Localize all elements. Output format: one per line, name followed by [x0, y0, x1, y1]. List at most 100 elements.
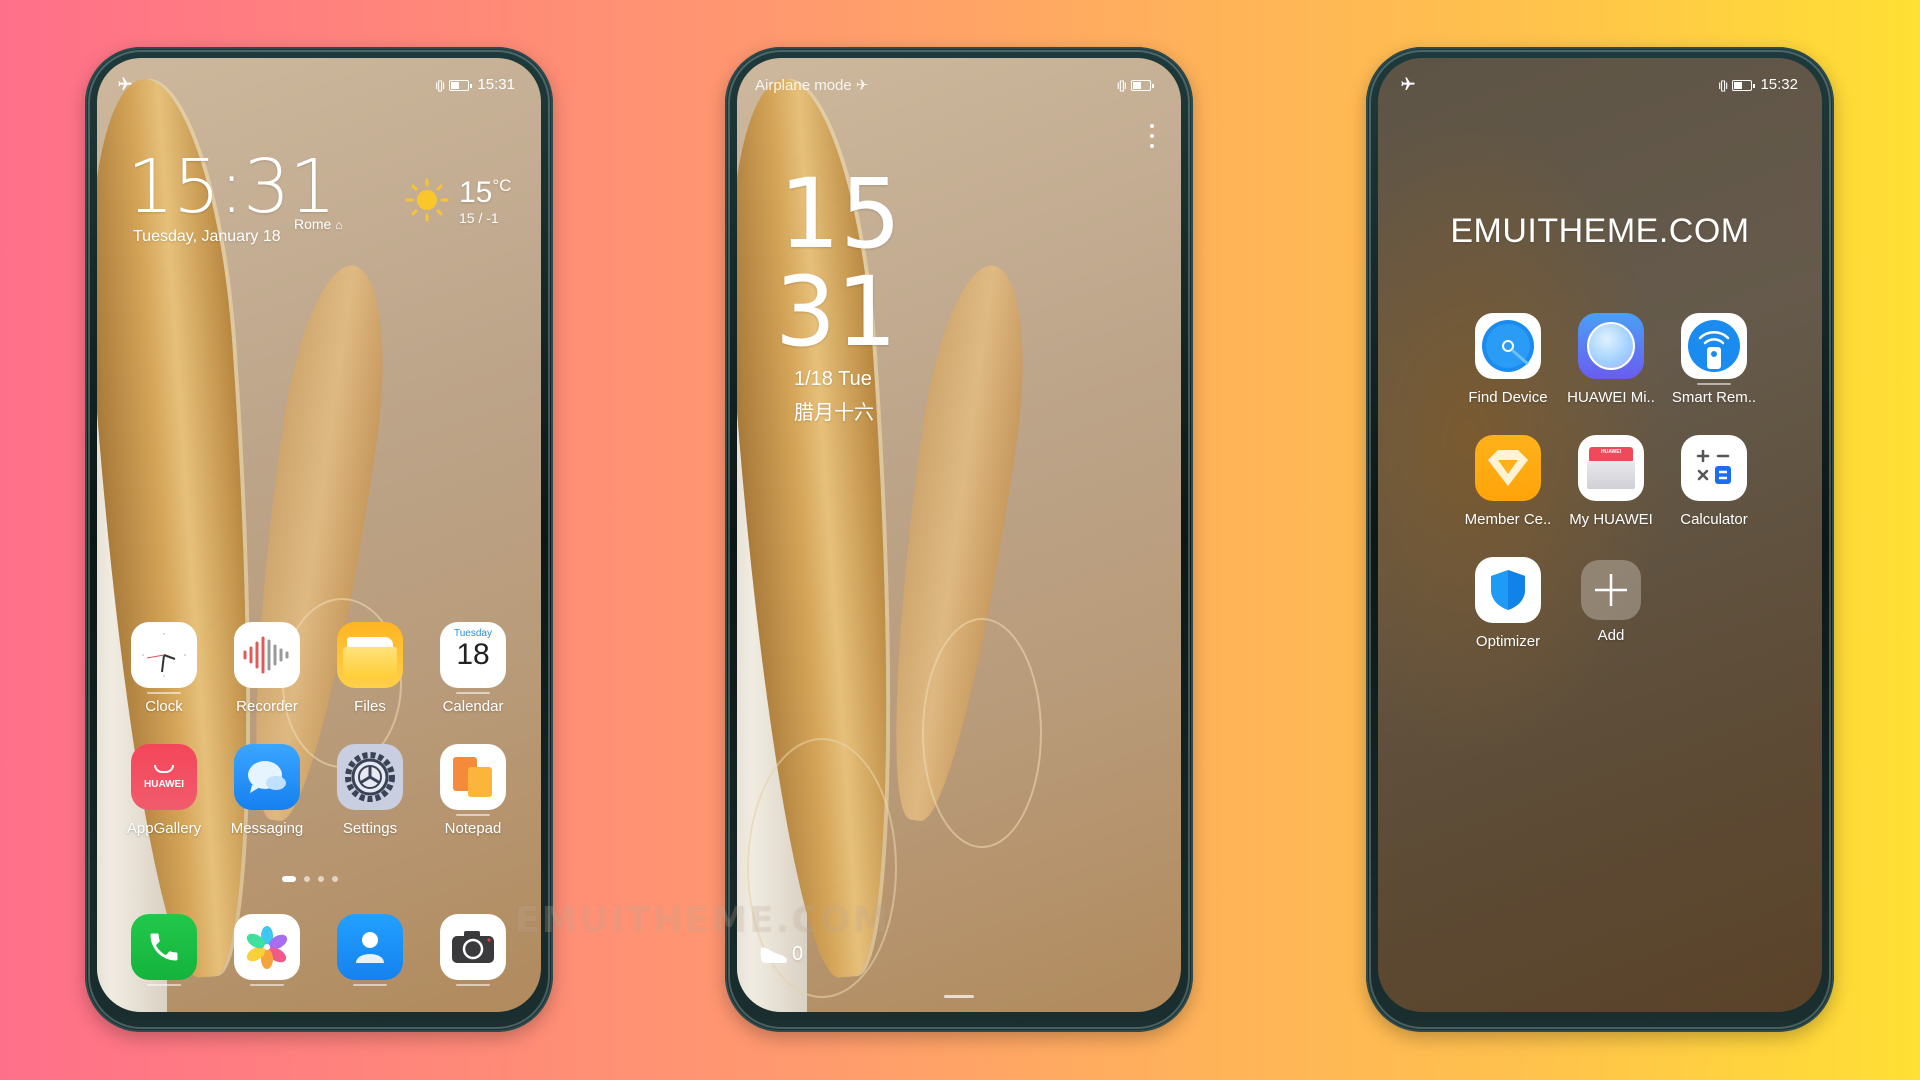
dock-camera[interactable]: [423, 914, 523, 986]
app-member-center[interactable]: Member Ce..: [1458, 435, 1558, 528]
app-label: Notepad: [444, 820, 502, 837]
app-settings[interactable]: Settings: [320, 744, 420, 837]
folder-screen: ı[]ı 15:32 EMUITHEME.COM Find Device HUA…: [1378, 58, 1822, 1012]
lock-lunar-date: 腊月十六: [794, 400, 874, 424]
vibrate-icon: ı[]ı: [434, 78, 445, 93]
lock-date: 1/18 Tue: [794, 368, 872, 390]
box-body: [1587, 461, 1635, 489]
app-label: Clock: [145, 698, 183, 715]
page-dot-active[interactable]: [282, 876, 296, 882]
shoe-icon: [760, 947, 788, 963]
home-indicator[interactable]: [944, 995, 974, 998]
status-bar-right: ı[]ı: [1117, 76, 1155, 92]
wallpaper-shape: [922, 618, 1042, 848]
app-label: Calculator: [1680, 511, 1748, 528]
app-appgallery[interactable]: HUAWEI AppGallery: [114, 744, 214, 837]
settings-icon: [337, 744, 403, 810]
smart-remote-icon: [1681, 313, 1747, 379]
my-huawei-icon: HUAWEI: [1578, 435, 1644, 501]
weather-temp: 15°C: [459, 176, 511, 210]
app-huawei-mirror[interactable]: HUAWEI Mi..: [1561, 313, 1661, 406]
brand-text: HUAWEI: [144, 778, 184, 790]
divider: [250, 984, 284, 986]
sun-icon[interactable]: [405, 178, 449, 222]
divider: [456, 984, 490, 986]
airplane-mode-status: Airplane mode ✈: [755, 76, 868, 94]
divider: [456, 692, 490, 694]
more-vertical-icon[interactable]: [1150, 124, 1154, 148]
find-device-icon: [1475, 313, 1541, 379]
weather-range: 15 / -1: [459, 210, 499, 226]
appgallery-icon: HUAWEI: [131, 744, 197, 810]
home-screen: ı[]ı 15:31 15:31 Rome ⌂ Tuesday, January…: [97, 58, 541, 1012]
app-notepad[interactable]: Notepad: [423, 744, 523, 837]
app-calendar[interactable]: Tuesday 18 Calendar: [423, 622, 523, 715]
status-time: 15:31: [477, 76, 515, 93]
files-icon: [337, 622, 403, 688]
vibrate-icon: ı[]ı: [1116, 78, 1127, 93]
folder-body: [343, 647, 397, 679]
app-label: Smart Rem..: [1671, 389, 1757, 406]
bag-handle: [154, 764, 174, 773]
phone-lock-screen: Airplane mode ✈ ı[]ı 15 31 1/18 Tue 腊月十六…: [725, 47, 1193, 1032]
gallery-icon: [234, 914, 300, 980]
divider: [1697, 383, 1731, 385]
app-clock[interactable]: Clock: [114, 622, 214, 715]
battery-icon: [1732, 79, 1756, 91]
lock-clock-minutes: 31: [775, 256, 898, 368]
app-add-button[interactable]: Add: [1561, 557, 1661, 644]
page-dot[interactable]: [332, 876, 338, 882]
app-label: Member Ce..: [1464, 511, 1552, 528]
lock-screen: Airplane mode ✈ ı[]ı 15 31 1/18 Tue 腊月十六…: [737, 58, 1181, 1012]
step-counter[interactable]: 0: [759, 943, 803, 966]
watermark: EMUITHEME.COM: [515, 900, 891, 941]
app-find-device[interactable]: Find Device: [1458, 313, 1558, 406]
app-label: Calendar: [442, 698, 504, 715]
temp-unit: °C: [492, 176, 512, 195]
clock-city: Rome ⌂: [294, 216, 343, 232]
calendar-day: 18: [456, 638, 490, 671]
app-calculator[interactable]: Calculator: [1664, 435, 1764, 528]
clock-date: Tuesday, January 18: [133, 228, 281, 245]
app-label: Messaging: [230, 820, 304, 837]
calculator-icon: [1681, 435, 1747, 501]
page-dot[interactable]: [304, 876, 310, 882]
messaging-icon: [234, 744, 300, 810]
home-icon: ⌂: [335, 218, 343, 232]
phone-home-screen: ı[]ı 15:31 15:31 Rome ⌂ Tuesday, January…: [85, 47, 553, 1032]
battery-icon: [1131, 79, 1154, 91]
app-smart-remote[interactable]: Smart Rem..: [1664, 313, 1764, 406]
app-label: Add: [1597, 627, 1625, 644]
folder-title[interactable]: EMUITHEME.COM: [1378, 212, 1822, 251]
app-my-huawei[interactable]: HUAWEI My HUAWEI: [1561, 435, 1661, 528]
dock-gallery[interactable]: [217, 914, 317, 986]
app-files[interactable]: Files: [320, 622, 420, 715]
app-label: Find Device: [1468, 389, 1548, 406]
huawei-mirror-icon: [1578, 313, 1644, 379]
status-bar-right: ı[]ı 15:31: [434, 76, 515, 93]
recorder-icon: [234, 622, 300, 688]
airplane-icon: [117, 76, 133, 92]
dock-contacts[interactable]: [320, 914, 420, 986]
app-label: Settings: [342, 820, 398, 837]
app-label: My HUAWEI: [1569, 511, 1653, 528]
divider: [456, 814, 490, 816]
airplane-mode-label: Airplane mode: [755, 77, 852, 94]
city-label: Rome: [294, 216, 332, 232]
notepad-icon: [440, 744, 506, 810]
member-center-icon: [1475, 435, 1541, 501]
page-dot[interactable]: [318, 876, 324, 882]
app-optimizer[interactable]: Optimizer: [1458, 557, 1558, 650]
camera-icon: [440, 914, 506, 980]
app-messaging[interactable]: Messaging: [217, 744, 317, 837]
page-indicator[interactable]: [282, 876, 338, 882]
phone-icon: [131, 914, 197, 980]
dock-phone[interactable]: [114, 914, 214, 986]
app-label: Files: [354, 698, 386, 715]
divider: [147, 692, 181, 694]
add-icon: [1581, 560, 1641, 620]
app-recorder[interactable]: Recorder: [217, 622, 317, 715]
app-label: AppGallery: [126, 820, 202, 837]
status-bar-right: ı[]ı 15:32: [1718, 76, 1798, 93]
optimizer-icon: [1475, 557, 1541, 623]
